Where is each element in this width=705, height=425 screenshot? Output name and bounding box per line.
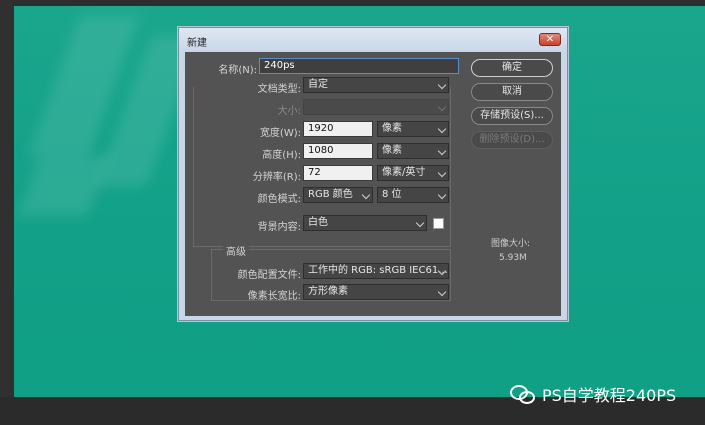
chevron-down-icon xyxy=(437,124,447,134)
background-value: 白色 xyxy=(308,217,328,228)
pixel-aspect-label: 像素长宽比: xyxy=(247,291,301,302)
background-select[interactable]: 白色 xyxy=(303,215,427,231)
color-mode-label: 颜色模式: xyxy=(257,194,301,205)
height-unit-value: 像素 xyxy=(382,145,402,156)
background-label: 背景内容: xyxy=(257,222,301,233)
new-document-dialog: 新建 ✕ 名称(N): 240ps 文档类型: 自定 大小: 宽度(W): 19… xyxy=(178,27,568,321)
height-label: 高度(H): xyxy=(262,150,301,161)
cancel-button[interactable]: 取消 xyxy=(471,83,553,101)
color-profile-select[interactable]: 工作中的 RGB: sRGB IEC61... xyxy=(303,263,449,279)
color-mode-value: RGB 颜色 xyxy=(308,189,353,200)
chevron-down-icon xyxy=(437,102,447,112)
image-size-value: 5.93M xyxy=(499,253,527,263)
resolution-unit-value: 像素/英寸 xyxy=(382,167,426,178)
size-label: 大小: xyxy=(277,106,301,117)
bit-depth-select[interactable]: 8 位 xyxy=(377,187,449,203)
width-unit-select[interactable]: 像素 xyxy=(377,121,449,137)
ok-button[interactable]: 确定 xyxy=(471,59,553,77)
resolution-unit-select[interactable]: 像素/英寸 xyxy=(377,165,449,181)
watermark: PS自学教程240PS xyxy=(510,380,676,408)
resolution-label: 分辨率(R): xyxy=(252,172,301,183)
name-label: 名称(N): xyxy=(218,65,257,76)
dialog-title: 新建 xyxy=(187,38,207,49)
dialog-title-bar[interactable]: 新建 ✕ xyxy=(179,28,567,52)
background-color-swatch[interactable] xyxy=(433,218,444,229)
bit-depth-value: 8 位 xyxy=(382,189,402,200)
pixel-aspect-value: 方形像素 xyxy=(308,286,348,297)
delete-preset-button: 删除预设(D)... xyxy=(471,131,553,149)
height-unit-select[interactable]: 像素 xyxy=(377,143,449,159)
width-input[interactable]: 1920 xyxy=(303,121,373,137)
width-unit-value: 像素 xyxy=(382,123,402,134)
close-button[interactable]: ✕ xyxy=(539,33,561,46)
light-streak xyxy=(18,156,110,216)
advanced-group-title: 高级 xyxy=(223,243,249,258)
color-mode-select[interactable]: RGB 颜色 xyxy=(303,187,373,203)
size-select xyxy=(303,99,449,115)
height-input[interactable]: 1080 xyxy=(303,143,373,159)
wechat-icon xyxy=(510,383,536,405)
save-preset-button[interactable]: 存储预设(S)... xyxy=(471,107,553,125)
watermark-text: PS自学教程240PS xyxy=(542,386,677,405)
chevron-down-icon xyxy=(437,287,447,297)
dialog-body: 名称(N): 240ps 文档类型: 自定 大小: 宽度(W): 1920 像素… xyxy=(185,52,561,316)
pixel-aspect-select[interactable]: 方形像素 xyxy=(303,284,449,300)
chevron-down-icon xyxy=(437,146,447,156)
close-icon: ✕ xyxy=(545,34,555,45)
chevron-down-icon xyxy=(361,190,371,200)
chevron-down-icon xyxy=(437,190,447,200)
chevron-down-icon xyxy=(437,168,447,178)
color-profile-label: 颜色配置文件: xyxy=(237,270,301,281)
chevron-down-icon xyxy=(415,218,425,228)
color-profile-value: 工作中的 RGB: sRGB IEC61... xyxy=(308,265,448,276)
image-size-label: 图像大小: xyxy=(491,239,531,249)
width-label: 宽度(W): xyxy=(259,128,301,139)
resolution-input[interactable]: 72 xyxy=(303,165,373,181)
name-input[interactable]: 240ps xyxy=(259,58,459,74)
workspace-left-strip xyxy=(0,0,14,425)
